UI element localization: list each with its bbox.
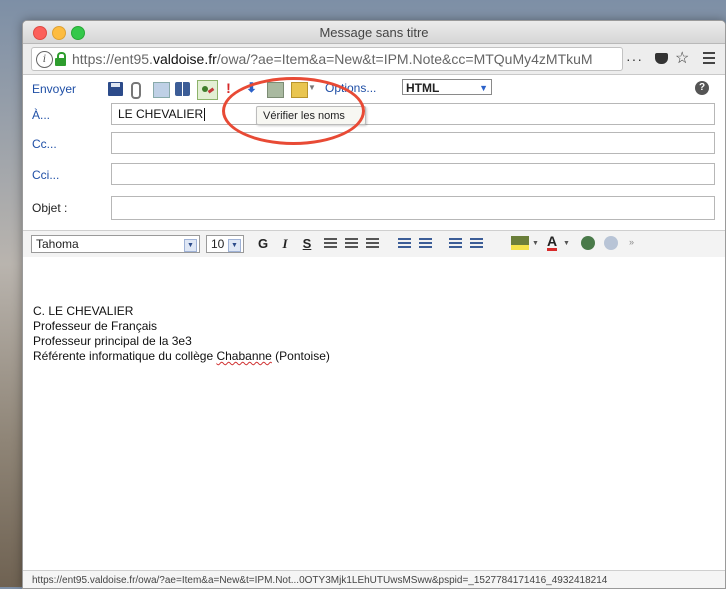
title-bar: Message sans titre xyxy=(23,21,725,44)
to-field[interactable]: LE CHEVALIER xyxy=(111,103,715,125)
highlight-color-icon[interactable] xyxy=(511,236,529,250)
signature-line: Professeur de Français xyxy=(33,319,158,333)
font-size-select[interactable]: 10 ▼ xyxy=(206,235,244,253)
low-importance-icon[interactable]: ⬇ xyxy=(244,80,259,95)
status-url: https://ent95.valdoise.fr/owa/?ae=Item&a… xyxy=(32,575,608,586)
align-right-icon[interactable] xyxy=(366,238,379,249)
subject-row: Objet : xyxy=(23,196,725,220)
subject-label: Objet : xyxy=(32,201,68,215)
window-title: Message sans titre xyxy=(319,25,429,40)
send-button[interactable]: Envoyer xyxy=(32,82,76,96)
url-host: valdoise.fr xyxy=(152,51,217,67)
bcc-button[interactable]: Cci... xyxy=(32,168,59,182)
address-field[interactable]: i https://ent95.valdoise.fr/owa/?ae=Item… xyxy=(31,47,623,71)
address-book-icon[interactable] xyxy=(153,82,170,98)
help-icon[interactable]: ? xyxy=(695,81,709,95)
flag-icon[interactable] xyxy=(291,82,308,98)
bcc-field[interactable] xyxy=(111,163,715,185)
align-center-icon[interactable] xyxy=(345,238,358,249)
italic-button[interactable]: I xyxy=(277,236,293,252)
formatting-toolbar: Tahoma ▼ 10 ▼ G I S ▼ A ▼ » xyxy=(23,230,725,258)
check-names-tooltip: Vérifier les noms xyxy=(256,106,366,125)
chevron-down-icon: ▼ xyxy=(228,239,241,252)
message-body[interactable]: C. LE CHEVALIER Professeur de Français P… xyxy=(23,257,725,570)
underline-button[interactable]: S xyxy=(299,236,315,252)
chevron-down-icon[interactable]: ▼ xyxy=(563,240,570,247)
bold-button[interactable]: G xyxy=(255,236,271,252)
url-text[interactable]: https://ent95.valdoise.fr/owa/?ae=Item&a… xyxy=(72,51,617,67)
chevron-down-icon: ▼ xyxy=(184,239,197,252)
size-value: 10 xyxy=(211,237,225,251)
high-importance-icon[interactable]: ! xyxy=(221,80,236,96)
check-names-icon[interactable] xyxy=(197,80,218,100)
subject-field[interactable] xyxy=(111,196,715,220)
save-icon[interactable] xyxy=(108,82,123,96)
bookmark-star-icon[interactable]: ☆ xyxy=(675,48,689,68)
hamburger-menu-icon[interactable] xyxy=(703,52,715,67)
message-toolbar: Envoyer ! ⬇ ▼ Options... HTML ▼ ? xyxy=(23,75,725,101)
page-actions-icon[interactable]: ··· xyxy=(626,51,643,67)
cc-row: Cc... xyxy=(23,132,725,156)
signature-line: C. LE CHEVALIER xyxy=(33,304,134,318)
chevron-down-icon[interactable]: ▼ xyxy=(308,83,316,92)
signature-line: Professeur principal de la 3e3 xyxy=(33,334,192,348)
text-caret xyxy=(204,108,206,122)
info-icon[interactable]: i xyxy=(36,51,53,68)
font-value: Tahoma xyxy=(36,237,79,251)
increase-indent-icon[interactable] xyxy=(470,238,483,249)
pocket-icon[interactable] xyxy=(655,53,668,64)
format-value: HTML xyxy=(406,81,440,95)
url-bar: i https://ent95.valdoise.fr/owa/?ae=Item… xyxy=(23,44,725,75)
cc-field[interactable] xyxy=(111,132,715,154)
to-row: À... LE CHEVALIER xyxy=(23,103,725,127)
more-options-icon[interactable]: » xyxy=(629,237,634,247)
spell-check-icon[interactable] xyxy=(581,236,595,250)
browser-window: Message sans titre i https://ent95.valdo… xyxy=(22,20,726,589)
misspelled-word: Chabanne xyxy=(216,349,272,363)
font-select[interactable]: Tahoma ▼ xyxy=(31,235,200,253)
format-select[interactable]: HTML ▼ xyxy=(402,79,492,95)
lock-icon[interactable] xyxy=(55,52,66,66)
to-button[interactable]: À... xyxy=(32,108,50,122)
chevron-down-icon: ▼ xyxy=(479,83,488,93)
bullet-list-icon[interactable] xyxy=(419,238,432,249)
message-options-icon[interactable] xyxy=(267,82,284,98)
numbered-list-icon[interactable] xyxy=(398,238,411,249)
status-bar: https://ent95.valdoise.fr/owa/?ae=Item&a… xyxy=(23,570,725,588)
font-color-icon[interactable]: A xyxy=(547,234,558,251)
decrease-indent-icon[interactable] xyxy=(449,238,462,249)
align-left-icon[interactable] xyxy=(324,238,337,249)
to-value: LE CHEVALIER xyxy=(118,107,204,121)
chevron-down-icon[interactable]: ▼ xyxy=(532,240,539,247)
options-button[interactable]: Options... xyxy=(325,81,376,95)
directory-icon[interactable] xyxy=(175,82,190,96)
attach-icon[interactable] xyxy=(131,82,141,99)
cc-button[interactable]: Cc... xyxy=(32,137,57,151)
bcc-row: Cci... xyxy=(23,163,725,187)
signature-line: Référente informatique du collège Chaban… xyxy=(33,349,330,363)
remove-formatting-icon[interactable] xyxy=(604,236,618,250)
